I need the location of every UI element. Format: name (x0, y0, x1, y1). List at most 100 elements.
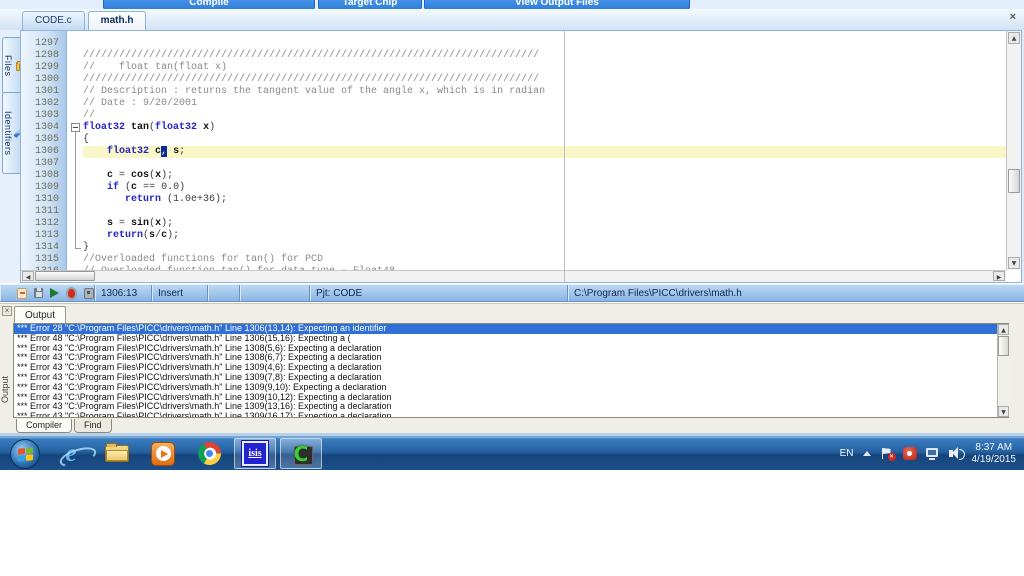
editor-horizontal-scrollbar[interactable]: ◀ ▶ (21, 270, 1006, 282)
error-row[interactable]: *** Error 43 "C:\Program Files\PICC\driv… (14, 411, 1008, 417)
show-hidden-icons-icon[interactable] (862, 451, 871, 456)
fold-collapse-icon[interactable] (71, 123, 80, 132)
code-line-1302[interactable]: // Date : 9/20/2001 (83, 98, 1006, 110)
error-list[interactable]: *** Error 28 "C:\Program Files\PICC\driv… (13, 323, 1009, 418)
code-token: ( (119, 182, 132, 193)
editor-vertical-scrollbar[interactable]: ▲ ▼ (1006, 31, 1021, 270)
code-line-1309[interactable]: if (c == 0.0) (83, 182, 1006, 194)
code-line-1304[interactable]: float32 tan(float32 x) (83, 122, 1006, 134)
code-line-1307[interactable] (83, 158, 1006, 170)
code-line-1298[interactable]: ////////////////////////////////////////… (83, 50, 1006, 62)
line-number: 1306 (34, 146, 59, 157)
scroll-up-icon[interactable]: ▲ (998, 324, 1009, 335)
line-number: 1301 (34, 86, 59, 97)
code-line-1306[interactable]: float32 c, s; (83, 146, 1006, 158)
code-line-1311[interactable] (83, 206, 1006, 218)
code-line-1312[interactable]: s = sin(x); (83, 218, 1006, 230)
editor-region: Files Identifiers 1297 1298 1299 1300 1301 130… (0, 30, 1024, 283)
taskbar-item-media-player[interactable] (142, 438, 184, 469)
tray-date: 4/19/2015 (971, 453, 1017, 465)
close-icon[interactable]: × (1010, 11, 1016, 23)
code-editor[interactable]: 1297 1298 1299 1300 1301 1302 1303 1304 1305 1306… (20, 30, 1022, 283)
volume-icon[interactable] (948, 447, 965, 460)
close-icon[interactable]: × (2, 306, 12, 316)
insert-mode: Insert (152, 285, 208, 301)
media-player-icon (151, 441, 175, 466)
code-line-1299[interactable]: // float tan(float x) (83, 62, 1006, 74)
screen: Compile Target Chip View Output Files CODE… (0, 0, 1024, 576)
language-indicator[interactable]: EN (840, 448, 854, 459)
code-token: sin (131, 218, 150, 229)
network-icon[interactable] (925, 447, 940, 460)
code-line-1301[interactable]: // Description : returns the tangent val… (83, 86, 1006, 98)
taskbar-item-file-explorer[interactable] (96, 438, 138, 469)
tab-math.h[interactable]: math.h (87, 11, 147, 30)
line-number: 1309 (34, 182, 59, 193)
code-line-1315[interactable]: //Overloaded functions for tan() for PCD (83, 254, 1006, 266)
code-token: (1.0e+36); (161, 194, 228, 205)
sidebar-tab-identifiers[interactable]: Identifiers (2, 92, 23, 174)
tab-compiler[interactable]: Compiler (16, 419, 73, 433)
code-line-1308[interactable]: c = cos(x); (83, 170, 1006, 182)
scroll-down-icon[interactable]: ▼ (1008, 257, 1020, 269)
line-number: 1300 (34, 74, 59, 85)
antivirus-icon[interactable] (902, 447, 917, 460)
taskbar-item-isis[interactable]: isis (234, 438, 276, 469)
code-token: float32 (83, 122, 126, 133)
code-line-1303[interactable]: // (83, 110, 1006, 122)
scroll-right-icon[interactable]: ▶ (993, 271, 1005, 281)
code-line-1313[interactable]: return(s/c); (83, 230, 1006, 242)
tab-find[interactable]: Find (74, 419, 112, 433)
code-token: cos (131, 170, 150, 181)
ccs-compiler-icon: C (288, 441, 314, 466)
statusbar-icons (0, 285, 95, 301)
isis-label: isis (248, 448, 262, 459)
code-line-1300[interactable]: ////////////////////////////////////////… (83, 74, 1006, 86)
code-token: ; (179, 146, 186, 157)
sidebar-tab-files[interactable]: Files (2, 37, 23, 95)
record-icon[interactable] (65, 286, 78, 300)
code-token: ); (161, 170, 174, 181)
code-line-1297[interactable] (83, 38, 1006, 50)
minimize-icon[interactable] (17, 287, 28, 299)
line-number: 1298 (34, 50, 59, 61)
code-text-area[interactable]: ////////////////////////////////////////… (83, 31, 1006, 270)
scroll-up-icon[interactable]: ▲ (1008, 32, 1020, 44)
line-number-gutter: 1297 1298 1299 1300 1301 1302 1303 1304 1305 1306… (21, 31, 67, 282)
code-line-1310[interactable]: return (1.0e+36); (83, 194, 1006, 206)
scrollbar-thumb[interactable] (1008, 169, 1020, 193)
code-token: s (167, 146, 180, 157)
scroll-down-icon[interactable]: ▼ (998, 406, 1009, 417)
fold-margin (68, 31, 83, 282)
save-icon[interactable] (34, 288, 43, 298)
taskbar-item-internet-explorer[interactable]: e (50, 438, 99, 470)
stop-icon[interactable] (84, 287, 94, 299)
scrollbar-thumb[interactable] (35, 271, 95, 281)
tab-output[interactable]: Output (14, 306, 67, 324)
statusbar-cell (208, 285, 240, 301)
code-line-1305[interactable]: { (83, 134, 1006, 146)
scroll-left-icon[interactable]: ◀ (22, 271, 34, 281)
fold-scope-end (75, 248, 81, 249)
code-token: // (83, 110, 96, 121)
internet-explorer-icon: e (57, 441, 99, 470)
clock[interactable]: 8:37 AM 4/19/2015 (972, 442, 1021, 466)
fold-scope-line (75, 132, 76, 248)
tab-code.c[interactable]: CODE.c (22, 11, 85, 30)
start-button[interactable] (4, 438, 46, 469)
code-token: // float tan(float x) (83, 62, 228, 73)
play-icon[interactable] (49, 288, 59, 298)
taskbar-item-chrome[interactable] (188, 437, 230, 470)
taskbar: e isis C EN × 8:37 AM 4/19/2015 (0, 437, 1024, 470)
code-line-1314[interactable]: } (83, 242, 1006, 254)
taskbar-item-ccs-compiler[interactable]: C (280, 438, 322, 469)
scrollbar-thumb[interactable] (998, 336, 1009, 356)
action-center-flag-icon[interactable]: × (880, 447, 896, 461)
chrome-icon (193, 437, 225, 470)
output-scrollbar[interactable]: ▲ ▼ (997, 324, 1010, 417)
code-token: // Date : 9/20/2001 (83, 98, 198, 109)
tray-time: 8:37 AM (975, 441, 1013, 453)
